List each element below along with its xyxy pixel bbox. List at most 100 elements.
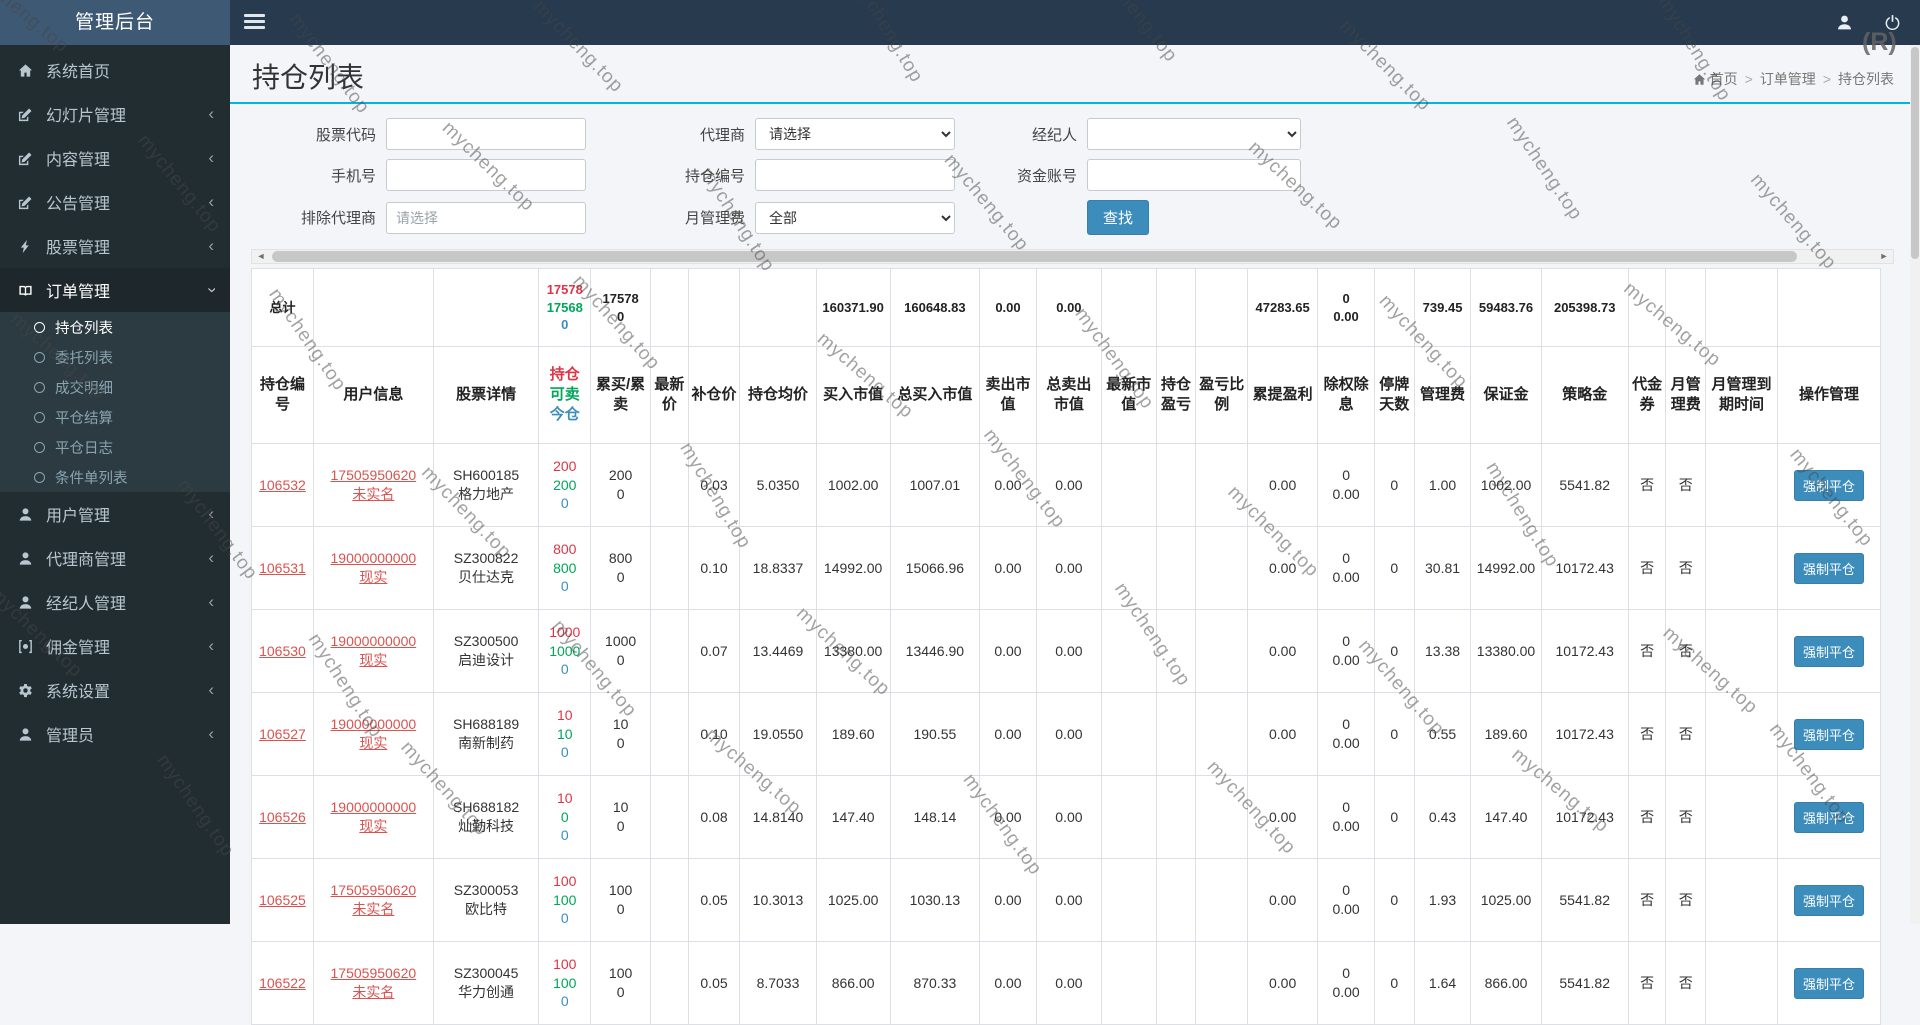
id-cell: 106530 (251, 609, 314, 693)
user-link[interactable]: 17505950620 (331, 882, 417, 898)
sidebar-item-brokers[interactable]: 经纪人管理 ‹ (0, 580, 230, 624)
user-link[interactable]: 现实 (359, 735, 387, 751)
sidebar-item-home[interactable]: 系统首页 (0, 48, 230, 92)
pl-ratio-cell (1195, 443, 1249, 527)
sidebar-subitem-entrusts[interactable]: 委托列表 (0, 342, 230, 372)
sidebar-subitem-condition-orders[interactable]: 条件单列表 (0, 462, 230, 492)
totals-strategy-fund: 205398.73 (1540, 268, 1629, 347)
search-button[interactable]: 查找 (1087, 200, 1150, 235)
broker-select[interactable] (1087, 118, 1301, 150)
horizontal-scrollbar[interactable]: ◄ ► (251, 249, 1894, 264)
stock-code-input[interactable] (386, 118, 586, 150)
scroll-left-arrow[interactable]: ◄ (252, 250, 270, 263)
user-link[interactable]: 未实名 (352, 901, 394, 917)
sidebar-subitem-close-settle[interactable]: 平仓结算 (0, 402, 230, 432)
edit-icon (18, 151, 46, 166)
margin-cell: 147.40 (1470, 775, 1542, 859)
sidebar-item-slides[interactable]: 幻灯片管理 ‹ (0, 92, 230, 136)
sell-value-cell: 0.00 (979, 858, 1037, 942)
user-cell: 17505950620 未实名 (312, 941, 434, 1025)
suspend-days-cell: 0 (1374, 775, 1415, 859)
book-icon (18, 283, 46, 298)
force-close-button[interactable]: 强制平仓 (1794, 884, 1865, 916)
sidebar-subitem-deals[interactable]: 成交明细 (0, 372, 230, 402)
user-link[interactable]: 17505950620 (331, 965, 417, 981)
user-icon[interactable] (1836, 14, 1854, 32)
sidebar-subitem-label: 委托列表 (55, 350, 113, 367)
user-link[interactable]: 19000000000 (331, 550, 417, 566)
sidebar-toggle-icon[interactable] (244, 14, 265, 32)
user-link[interactable]: 19000000000 (331, 633, 417, 649)
phone-input[interactable] (386, 159, 586, 191)
position-id-link[interactable]: 106530 (259, 643, 306, 659)
fund-account-input[interactable] (1087, 159, 1301, 191)
sidebar-item-settings[interactable]: 系统设置 ‹ (0, 668, 230, 712)
position-id-link[interactable]: 106526 (259, 809, 306, 825)
user-icon (18, 727, 46, 742)
position-id-link[interactable]: 106522 (259, 975, 306, 991)
position-id-link[interactable]: 106532 (259, 477, 306, 493)
position-id-link[interactable]: 106531 (259, 560, 306, 576)
sidebar-item-agents[interactable]: 代理商管理 ‹ (0, 536, 230, 580)
cover-price-cell: 0.07 (687, 609, 741, 693)
force-close-button[interactable]: 强制平仓 (1794, 967, 1865, 999)
sidebar-item-notice[interactable]: 公告管理 ‹ (0, 180, 230, 224)
sidebar-subitem-positions[interactable]: 持仓列表 (0, 312, 230, 342)
user-link[interactable]: 17505950620 (331, 467, 417, 483)
force-close-button[interactable]: 强制平仓 (1794, 635, 1865, 667)
scroll-right-arrow[interactable]: ► (1875, 250, 1893, 263)
pl-cell (1155, 775, 1197, 859)
cover-price-cell: 0.05 (687, 941, 741, 1025)
power-icon[interactable] (1884, 14, 1902, 32)
totals-position: 17578 17568 0 (538, 268, 592, 347)
user-link[interactable]: 未实名 (352, 984, 394, 1000)
cum-cell: 100 0 (590, 858, 652, 942)
monthly-fee-select[interactable]: 全部 (755, 201, 955, 234)
circle-icon (34, 351, 45, 363)
col-header-strategy-fund: 策略金 (1540, 346, 1629, 444)
monthly-fee-cell: 否 (1665, 775, 1707, 859)
dividend-cell: 0 0.00 (1317, 858, 1376, 942)
sidebar-item-orders[interactable]: 订单管理 ‹ (0, 268, 230, 312)
user-link[interactable]: 现实 (359, 818, 387, 834)
dividend-cell: 0 0.00 (1317, 775, 1376, 859)
position-id-link[interactable]: 106525 (259, 892, 306, 908)
agent-select[interactable]: 请选择 (755, 118, 955, 150)
scrollbar-thumb[interactable] (272, 251, 1797, 262)
pl-cell (1155, 609, 1197, 693)
strategy-fund-cell: 10172.43 (1540, 609, 1629, 693)
scrollbar-track[interactable] (270, 250, 1875, 263)
breadcrumb-item[interactable]: 首页 (1693, 69, 1738, 89)
user-link[interactable]: 未实名 (352, 486, 394, 502)
sidebar-item-users[interactable]: 用户管理 ‹ (0, 492, 230, 536)
stock-cell: SZ300045 华力创通 (432, 941, 540, 1025)
col-header-total-sell-value: 总卖出市值 (1035, 346, 1102, 444)
sidebar-subitem-close-log[interactable]: 平仓日志 (0, 432, 230, 462)
sidebar-item-admins[interactable]: 管理员 ‹ (0, 712, 230, 756)
voucher-cell: 否 (1627, 858, 1667, 942)
exclude-agent-input[interactable] (386, 201, 586, 234)
id-cell: 106526 (251, 775, 314, 859)
force-close-button[interactable]: 强制平仓 (1794, 801, 1865, 833)
action-cell: 强制平仓 (1777, 941, 1881, 1025)
vertical-scrollbar-thumb[interactable] (1911, 47, 1919, 259)
force-close-button[interactable]: 强制平仓 (1794, 718, 1865, 750)
force-close-button[interactable]: 强制平仓 (1794, 469, 1865, 501)
chevron-left-icon: ‹ (208, 504, 214, 523)
breadcrumb-item[interactable]: 订单管理 (1760, 69, 1816, 89)
force-close-button[interactable]: 强制平仓 (1794, 552, 1865, 584)
user-link[interactable]: 19000000000 (331, 716, 417, 732)
totals-mgmt-fee: 739.45 (1413, 268, 1472, 347)
sidebar-item-stock[interactable]: 股票管理 ‹ (0, 224, 230, 268)
user-link[interactable]: 现实 (359, 569, 387, 585)
position-id-input[interactable] (755, 159, 955, 191)
position-id-link[interactable]: 106527 (259, 726, 306, 742)
user-link[interactable]: 现实 (359, 652, 387, 668)
sidebar-item-content[interactable]: 内容管理 ‹ (0, 136, 230, 180)
app-logo[interactable]: 管理后台 (0, 0, 230, 45)
user-link[interactable]: 19000000000 (331, 799, 417, 815)
vertical-scrollbar[interactable] (1910, 45, 1920, 924)
total-sell-value-cell: 0.00 (1035, 692, 1102, 776)
sidebar-item-commission[interactable]: 佣金管理 ‹ (0, 624, 230, 668)
edit-icon (18, 107, 46, 122)
